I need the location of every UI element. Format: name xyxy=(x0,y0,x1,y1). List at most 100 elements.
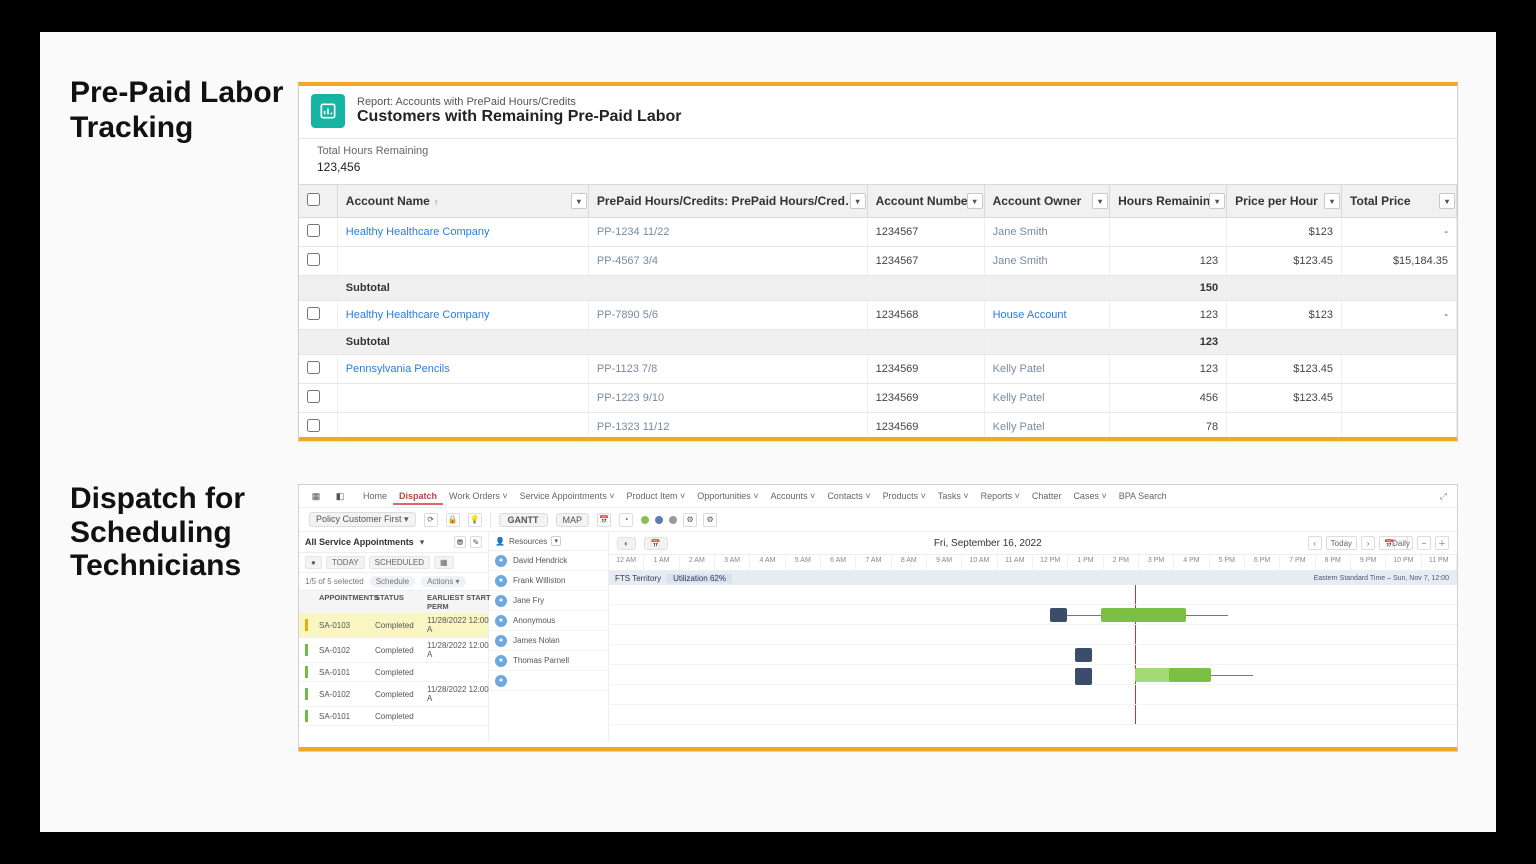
table-row[interactable]: Healthy Healthcare CompanyPP-1234 11/221… xyxy=(299,218,1457,247)
chevron-down-icon[interactable]: ▾ xyxy=(850,193,866,209)
edit-icon[interactable]: ✎ xyxy=(470,536,482,548)
nav-tab[interactable]: Service Appointments ˅ xyxy=(514,489,621,503)
table-row[interactable]: Healthy Healthcare CompanyPP-7890 5/6123… xyxy=(299,301,1457,330)
nav-tab[interactable]: Reports ˅ xyxy=(975,489,1026,503)
appointment-row[interactable]: SA-0101Completed xyxy=(299,707,488,726)
owner-link[interactable]: Jane Smith xyxy=(993,255,1048,267)
lock-icon[interactable]: 🔒 xyxy=(446,513,460,527)
row-checkbox[interactable] xyxy=(307,390,320,403)
chevron-down-icon[interactable]: ▾ xyxy=(1209,193,1225,209)
chevron-down-icon[interactable]: ▾ xyxy=(1439,193,1455,209)
appointment-row[interactable]: SA-0103Completed11/28/2022 12:00 A xyxy=(299,613,488,638)
date-select[interactable]: 📅 xyxy=(644,537,668,550)
gantt-row[interactable] xyxy=(609,665,1457,685)
nav-tab[interactable]: Dispatch xyxy=(393,489,443,505)
owner-link[interactable]: Kelly Patel xyxy=(993,392,1045,404)
filter-scheduled[interactable]: SCHEDULED xyxy=(369,556,430,569)
col-price-per-hour[interactable]: Price per Hour▾ xyxy=(1227,185,1342,218)
nav-tab[interactable]: Products ˅ xyxy=(877,489,932,503)
owner-link[interactable]: Kelly Patel xyxy=(993,363,1045,375)
resource-row[interactable]: ●James Nolan xyxy=(489,631,608,651)
toggle-icon[interactable]: ◐ xyxy=(617,537,636,550)
row-checkbox[interactable] xyxy=(307,419,320,432)
resource-row[interactable]: ●David Hendrick xyxy=(489,551,608,571)
row-checkbox[interactable] xyxy=(307,307,320,320)
row-checkbox[interactable] xyxy=(307,224,320,237)
view-gantt-button[interactable]: GANTT xyxy=(499,513,548,527)
filter-icon[interactable]: ⛃ xyxy=(454,536,466,548)
zoom-in-icon[interactable]: ＋ xyxy=(1435,536,1449,550)
col-total-price[interactable]: Total Price▾ xyxy=(1342,185,1457,218)
policy-dropdown[interactable]: Policy Customer First ▾ xyxy=(309,512,416,527)
gear-icon[interactable]: ⚙ xyxy=(703,513,717,527)
gantt-row[interactable] xyxy=(609,645,1457,665)
chevron-down-icon[interactable]: ▾ xyxy=(967,193,983,209)
calendar-icon[interactable]: 📅 xyxy=(597,513,611,527)
gantt-row[interactable] xyxy=(609,625,1457,645)
nav-tab[interactable]: Cases ˅ xyxy=(1067,489,1112,503)
account-link[interactable]: Pennsylvania Pencils xyxy=(346,363,450,375)
chevron-down-icon[interactable]: ▾ xyxy=(551,536,561,546)
col-pp-name[interactable]: PrePaid Hours/Credits: PrePaid Hours/Cre… xyxy=(588,185,867,218)
actions-button[interactable]: Actions ▾ xyxy=(421,576,465,587)
resource-row[interactable]: ●Frank Williston xyxy=(489,571,608,591)
resource-row[interactable]: ●Anonymous xyxy=(489,611,608,631)
view-map-button[interactable]: MAP xyxy=(556,513,590,527)
nav-tab[interactable]: BPA Search xyxy=(1113,489,1173,503)
col-select[interactable] xyxy=(299,185,337,218)
resource-row[interactable]: ●Jane Fry xyxy=(489,591,608,611)
gantt-row[interactable] xyxy=(609,705,1457,725)
gantt-row[interactable] xyxy=(609,685,1457,705)
view-daily[interactable]: 📅 Daily xyxy=(1379,536,1413,550)
gantt-rows[interactable] xyxy=(609,585,1457,725)
app-launcher-icon[interactable]: ▦ xyxy=(309,489,323,503)
nav-tab[interactable]: Opportunities ˅ xyxy=(691,489,764,503)
select-all-checkbox[interactable] xyxy=(307,193,320,206)
travel-block[interactable] xyxy=(1075,677,1092,685)
job-block[interactable] xyxy=(1101,608,1186,622)
nav-tab[interactable]: Chatter xyxy=(1026,489,1068,503)
gantt-row[interactable] xyxy=(609,585,1457,605)
zoom-out-icon[interactable]: − xyxy=(1417,536,1431,550)
appointment-row[interactable]: SA-0102Completed11/28/2022 12:00 A xyxy=(299,638,488,663)
nav-tab[interactable]: Contacts ˅ xyxy=(821,489,876,503)
filter-today[interactable]: TODAY xyxy=(326,556,365,569)
table-row[interactable]: PP-1223 9/101234569Kelly Patel456$123.45 xyxy=(299,384,1457,413)
col-account-name[interactable]: Account Name↑▾ xyxy=(337,185,588,218)
nav-tab[interactable]: Accounts ˅ xyxy=(765,489,822,503)
resource-row[interactable]: ● xyxy=(489,671,608,691)
chevron-down-icon[interactable]: ▾ xyxy=(1092,193,1108,209)
chevron-down-icon[interactable]: ▾ xyxy=(571,193,587,209)
lightbulb-icon[interactable]: 💡 xyxy=(468,513,482,527)
resources-search[interactable]: Resources xyxy=(509,537,547,546)
today-button[interactable]: Today xyxy=(1326,536,1357,550)
prev-icon[interactable]: ‹ xyxy=(1308,536,1322,550)
row-checkbox[interactable] xyxy=(307,253,320,266)
job-block[interactable] xyxy=(1169,668,1211,682)
expand-icon[interactable]: ⤢ xyxy=(1440,491,1447,502)
account-link[interactable]: Healthy Healthcare Company xyxy=(346,309,490,321)
owner-link[interactable]: Jane Smith xyxy=(993,226,1048,238)
travel-block[interactable] xyxy=(1050,608,1067,622)
table-row[interactable]: PP-4567 3/41234567Jane Smith123$123.45$1… xyxy=(299,247,1457,276)
chevron-down-icon[interactable]: ▾ xyxy=(420,537,425,548)
table-row[interactable]: Pennsylvania PencilsPP-1123 7/81234569Ke… xyxy=(299,355,1457,384)
pin-icon[interactable]: ◧ xyxy=(333,489,347,503)
refresh-icon[interactable]: ⟳ xyxy=(424,513,438,527)
schedule-button[interactable]: Schedule xyxy=(370,576,415,587)
owner-link[interactable]: House Account xyxy=(993,309,1067,321)
col-hours-remaining[interactable]: Hours Remaining▾ xyxy=(1110,185,1227,218)
table-row[interactable]: PP-1323 11/121234569Kelly Patel78 xyxy=(299,413,1457,442)
nav-tab[interactable]: Tasks ˅ xyxy=(932,489,975,503)
gantt-row[interactable] xyxy=(609,605,1457,625)
nav-tab[interactable]: Work Orders ˅ xyxy=(443,489,514,503)
row-checkbox[interactable] xyxy=(307,361,320,374)
bulb-icon[interactable]: ◔ xyxy=(619,513,633,527)
travel-block[interactable] xyxy=(1075,648,1092,662)
settings-icon[interactable]: ⚙ xyxy=(683,513,697,527)
next-icon[interactable]: › xyxy=(1361,536,1375,550)
filter-dot[interactable]: ● xyxy=(305,556,322,569)
appointment-row[interactable]: SA-0101Completed xyxy=(299,663,488,682)
nav-tab[interactable]: Product Item ˅ xyxy=(620,489,691,503)
appointment-row[interactable]: SA-0102Completed11/28/2022 12:00 A xyxy=(299,682,488,707)
